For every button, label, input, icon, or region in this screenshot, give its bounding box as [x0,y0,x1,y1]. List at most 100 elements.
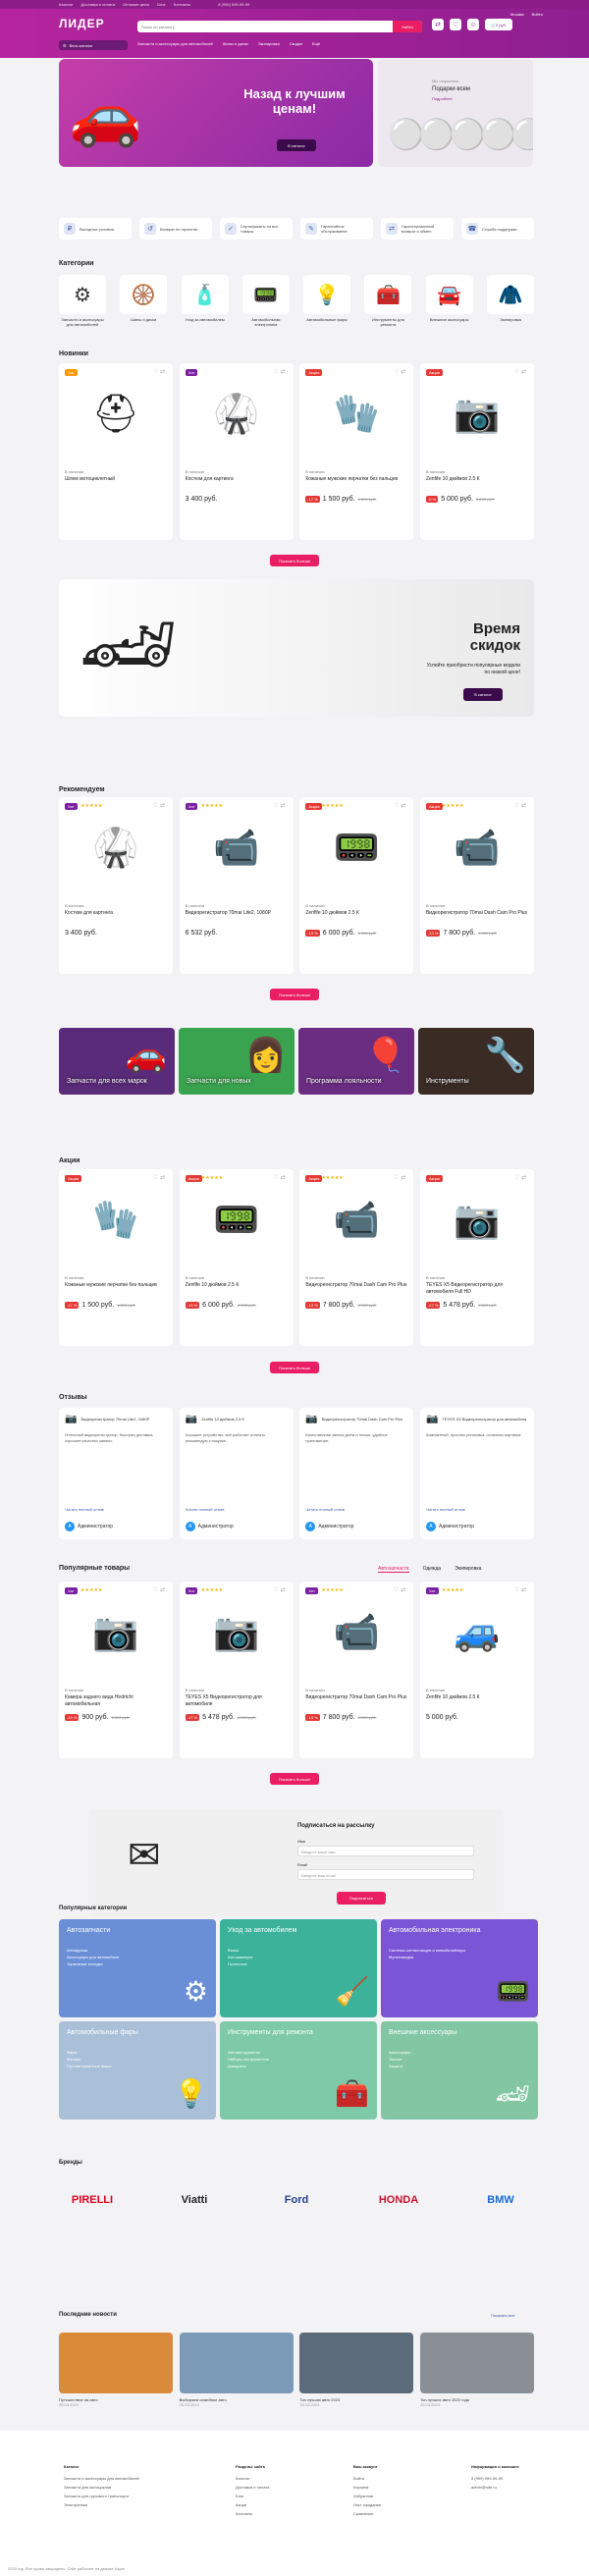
popular-category-link[interactable]: Антифризы [67,1948,208,1953]
product-name[interactable]: Zenfife 10 дюймов 2.5 К [426,476,528,492]
footer-link[interactable]: Акции [236,2500,344,2509]
heart-icon[interactable]: ♡ [450,19,461,30]
nav-item[interactable]: Шины и диски [223,41,248,46]
news-all-link[interactable]: Показать все [491,2313,514,2318]
popular-category-link[interactable]: Наборы инструментов [228,2057,369,2062]
compare-icon[interactable]: ⇄ [160,803,167,809]
product-card[interactable]: Акция ★★★★★ ♡⇄ 📹 В наличии Видеорегистратор 7… [419,797,534,974]
footer-link[interactable]: 8 (999) 999-99-99 [471,2474,579,2483]
heart-icon[interactable]: ♡ [514,369,521,375]
phone[interactable]: 8 (999) 999-99-99 [218,2,249,7]
product-name[interactable]: Видеорегистратор 70mai Lite2, 1080P [186,910,288,926]
topbar-link[interactable]: Каталог [59,2,74,7]
popular-category-card[interactable]: Внешние аксессуары Аксессуары Тюнинг Защита… [381,2021,538,2120]
product-name[interactable]: Костюм для картинга [65,910,167,926]
product-card[interactable]: Акция ★★★★★ ♡⇄ 📟 В наличии Zenfife 10 дюймов … [299,797,414,974]
footer-link[interactable]: Лист ожидания [353,2500,461,2509]
popular-category-card[interactable]: Инструменты для ремонта Автоинструменты На… [220,2021,377,2120]
novelties-more-button[interactable]: Показать больше [270,555,319,566]
subscribe-button[interactable]: Подписаться [337,1892,386,1905]
category-item[interactable]: 🛞 Шины и диски [120,275,168,327]
footer-link[interactable]: Каталог [236,2474,344,2483]
popular-category-link[interactable]: Автоинструменты [228,2050,369,2055]
category-item[interactable]: 🧥 Экипировка [486,275,534,327]
search-button[interactable]: Найти [393,21,422,32]
footer-link[interactable]: Запчасти для грузового транспорта [64,2492,172,2500]
review-link[interactable]: Читать полный отзыв [65,1507,104,1512]
compare-icon[interactable]: ⇄ [160,369,167,375]
popular-category-link[interactable]: Пылесосы [228,1961,369,1966]
review-link[interactable]: Читать полный отзыв [426,1507,465,1512]
heart-icon[interactable]: ♡ [153,1175,160,1181]
popular-more-button[interactable]: Показать больше [270,1773,319,1785]
popular-category-card[interactable]: Автозапчасти Антифризы Аксессуары для авто… [59,1919,216,2017]
recommend-more-button[interactable]: Показать больше [270,989,319,1000]
product-card[interactable]: Хит ★★★★★ ♡⇄ 🚙 В наличии Zenfife 10 дюймов 2.… [419,1582,534,1758]
news-item[interactable]: Выбираем семейное авто 25.03.2023 [179,2333,294,2407]
review-link[interactable]: Читать полный отзыв [305,1507,345,1512]
brand-logo[interactable]: HONDA [365,2186,432,2214]
category-item[interactable]: 🧰 Инструменты для ремонта [364,275,412,327]
promo-tile[interactable]: 🎈 Программа лояльности [298,1028,414,1095]
popular-category-card[interactable]: Уход за автомобилем Воски Автошампуни Пылес… [220,1919,377,2017]
side-banner-link[interactable]: Подробнее [432,96,453,101]
product-name[interactable]: Видеорегистратор 70mai Dash Cam Pro Plus [305,1282,407,1298]
compare-icon[interactable]: ⇄ [281,1587,288,1593]
category-item[interactable]: ⚙ Запчасти и аксессуары для автомобилей [59,275,106,327]
category-item[interactable]: 📟 Автомобильная электроника [241,275,290,327]
compare-icon[interactable]: ⇄ [401,1175,407,1181]
topbar-link[interactable]: Доставка и оплата [81,2,116,7]
footer-link[interactable]: Корзина [353,2483,461,2492]
footer-link[interactable]: Избранное [353,2492,461,2500]
compare-icon[interactable]: ⇄ [521,1587,528,1593]
search-box[interactable]: Найти [137,21,422,32]
review-product[interactable]: 📷 Zenfife 10 дюймов 2.5 К [186,1414,288,1424]
compare-icon[interactable]: ⇄ [281,803,288,809]
product-card[interactable]: Акция ♡⇄ 📷 В наличии Zenfife 10 дюймов 2.5 К… [419,363,534,540]
hero-banner[interactable]: 🚗 Назад к лучшим ценам! В каталог [59,59,373,167]
footer-link[interactable]: admin@site.ru [471,2483,579,2492]
footer-link[interactable]: Войти [353,2474,461,2483]
topbar-link[interactable]: Блог [157,2,166,7]
popular-category-link[interactable]: Автошампуни [228,1955,369,1959]
compare-icon[interactable]: ⇄ [401,1587,407,1593]
category-item[interactable]: 🚘 Внешние аксессуары [425,275,473,327]
product-name[interactable]: Кожаные мужские перчатки без пальцев [65,1282,167,1298]
brand-logo[interactable]: BMW [467,2186,534,2214]
brand-logo[interactable]: PIRELLI [59,2186,126,2214]
popular-category-link[interactable]: Фары [67,2050,208,2055]
tab-autoparts[interactable]: Автозапчасти [378,1566,409,1573]
product-name[interactable]: Zenfife 10 дюймов 2.5 К [305,910,407,926]
footer-link[interactable]: Доставка и оплата [236,2483,344,2492]
popular-category-card[interactable]: Автомобильные фары Фары Фонари Противотуман… [59,2021,216,2120]
popular-category-link[interactable]: Воски [228,1948,369,1953]
product-card[interactable]: Хит ★★★★★ ♡⇄ 📷 В наличии Камера заднего вида … [59,1582,173,1758]
nav-item[interactable]: Скидки [290,41,302,46]
product-name[interactable]: Камера заднего вида Hirdrtcht автомобиль… [65,1694,167,1710]
compare-icon[interactable]: ⇄ [281,369,288,375]
nav-item[interactable]: Ещё [312,41,320,46]
product-card[interactable]: Хит ★★★★★ ♡⇄ 🥋 В наличии Костюм для картинга 3… [59,797,173,974]
news-item[interactable]: Топ лучших авто 2023 25.03.2023 [299,2333,414,2407]
heart-icon[interactable]: ♡ [153,1587,160,1593]
compare-icon[interactable]: ⇄ [521,803,528,809]
popular-category-link[interactable]: Системы сигнализации и иммобилайзеры [389,1948,530,1953]
footer-link[interactable]: Блог [236,2492,344,2500]
product-name[interactable]: TEYES X5 Видеорегистратор для автомобиля [186,1694,288,1710]
footer-link[interactable]: Запчасти для мотоциклов [64,2483,172,2492]
heart-icon[interactable]: ♡ [273,1587,280,1593]
compare-icon[interactable]: ⇄ [432,19,444,30]
category-item[interactable]: 💡 Автомобильные фары [303,275,351,327]
compare-icon[interactable]: ⇄ [521,369,528,375]
cart-button[interactable]: 🛒 0 руб. [485,19,512,30]
footer-link[interactable]: Сравнение [353,2509,461,2518]
news-item[interactable]: Топ лучших авто 2020 года 25.03.2023 [419,2333,534,2407]
product-name[interactable]: Zenfife 10 дюймов 2.5 К [186,1282,288,1298]
product-name[interactable]: Шлем мотоциклетный [65,476,167,492]
compare-icon[interactable]: ⇄ [160,1175,167,1181]
popular-category-link[interactable]: Домкраты [228,2064,369,2068]
product-card[interactable]: Акция ♡⇄ 🧤 В наличии Кожаные мужские перчатк… [299,363,414,540]
compare-icon[interactable]: ⇄ [160,1587,167,1593]
popular-category-link[interactable]: Тормозные колодки [67,1961,208,1966]
promo-tile[interactable]: 👩 Запчасти для новых [179,1028,294,1095]
